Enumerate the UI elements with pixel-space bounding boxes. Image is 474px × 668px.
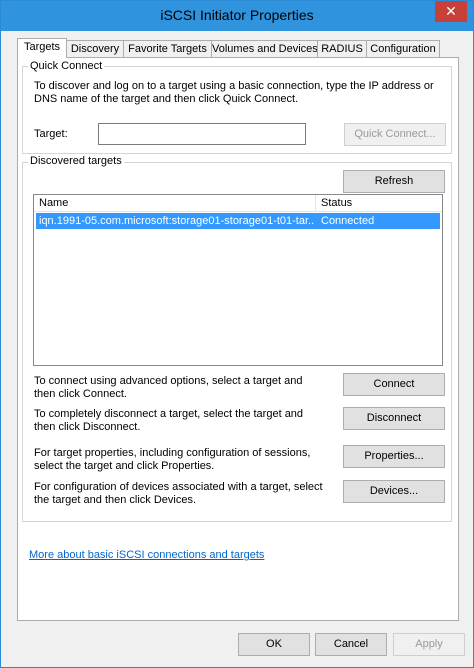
target-input[interactable]	[98, 123, 306, 145]
tab-volumes-and-devices[interactable]: Volumes and Devices	[211, 40, 318, 57]
devices-description: For configuration of devices associated …	[34, 481, 323, 506]
close-button[interactable]: ✕	[435, 1, 467, 22]
column-divider[interactable]	[315, 195, 316, 211]
discovered-targets-label: Discovered targets	[28, 155, 124, 167]
quick-connect-description: To discover and log on to a target using…	[34, 80, 434, 105]
tab-configuration[interactable]: Configuration	[366, 40, 440, 57]
targets-list[interactable]: Name Status iqn.1991-05.com.microsoft:st…	[33, 194, 443, 366]
list-header: Name Status	[34, 195, 442, 212]
quick-connect-label: Quick Connect	[28, 60, 105, 72]
target-name-cell: iqn.1991-05.com.microsoft:storage01-stor…	[39, 215, 315, 227]
tab-favorite-targets[interactable]: Favorite Targets	[123, 40, 212, 57]
properties-description: For target properties, including configu…	[34, 447, 311, 472]
help-link[interactable]: More about basic iSCSI connections and t…	[29, 549, 264, 561]
tab-radius[interactable]: RADIUS	[317, 40, 367, 57]
window-title: iSCSI Initiator Properties	[160, 7, 314, 23]
ok-button[interactable]: OK	[238, 633, 310, 656]
devices-button[interactable]: Devices...	[343, 480, 445, 503]
properties-button[interactable]: Properties...	[343, 445, 445, 468]
disconnect-description: To completely disconnect a target, selec…	[34, 408, 304, 433]
target-field-label: Target:	[34, 128, 68, 140]
connect-button[interactable]: Connect	[343, 373, 445, 396]
tab-targets[interactable]: Targets	[17, 38, 67, 58]
quick-connect-button[interactable]: Quick Connect...	[344, 123, 446, 146]
connect-description: To connect using advanced options, selec…	[34, 375, 303, 400]
cancel-button[interactable]: Cancel	[315, 633, 387, 656]
apply-button[interactable]: Apply	[393, 633, 465, 656]
targets-panel: Quick Connect To discover and log on to …	[17, 57, 459, 621]
column-header-status[interactable]: Status	[321, 197, 352, 209]
dialog-window: iSCSI Initiator Properties ✕ Targets Dis…	[0, 0, 474, 668]
table-row[interactable]: iqn.1991-05.com.microsoft:storage01-stor…	[36, 213, 440, 229]
close-icon: ✕	[445, 3, 457, 19]
target-status-cell: Connected	[321, 215, 375, 227]
tab-discovery[interactable]: Discovery	[66, 40, 124, 57]
title-bar: iSCSI Initiator Properties ✕	[1, 1, 473, 31]
disconnect-button[interactable]: Disconnect	[343, 407, 445, 430]
column-header-name[interactable]: Name	[39, 197, 68, 209]
refresh-button[interactable]: Refresh	[343, 170, 445, 193]
